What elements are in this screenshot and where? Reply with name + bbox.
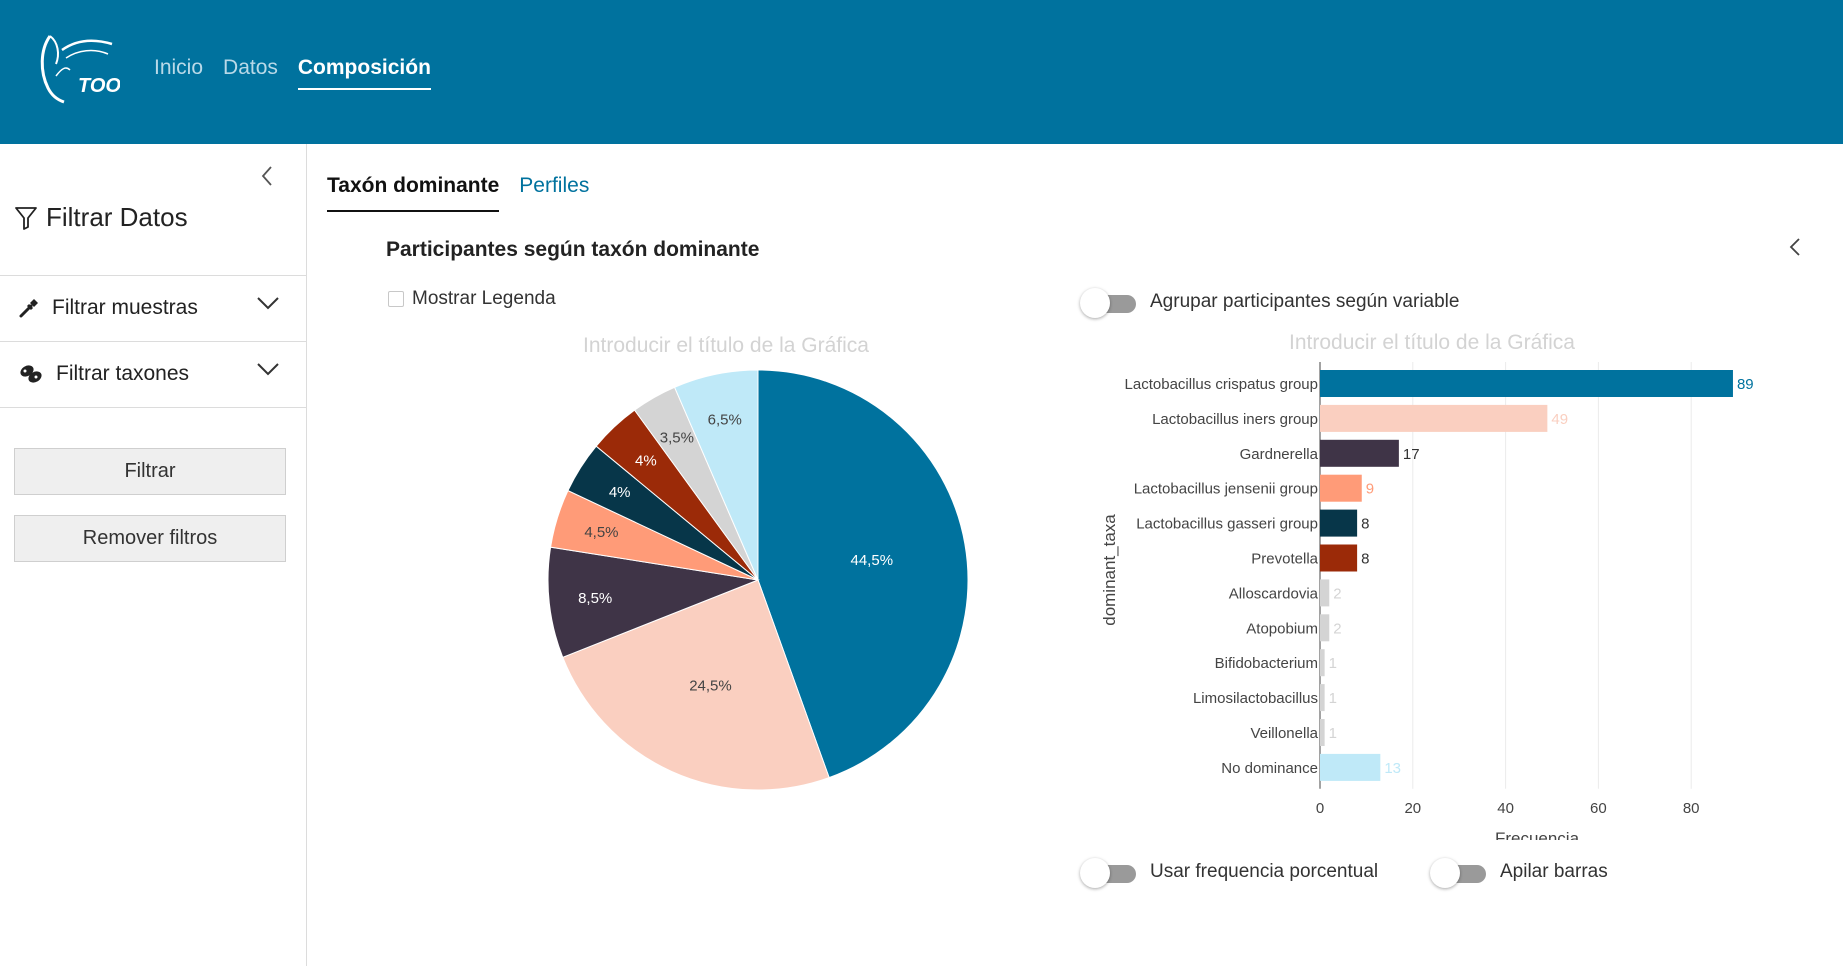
bar-value-label: 49 <box>1551 411 1568 428</box>
collapse-panel-chevron-left-icon[interactable] <box>1786 236 1804 258</box>
chevron-down-icon <box>257 363 279 376</box>
app-logo[interactable]: TOOL <box>36 32 120 106</box>
pie-slice-label: 8,5% <box>578 590 612 607</box>
bar-value-label: 2 <box>1333 620 1341 637</box>
accordion-label: Filtrar muestras <box>52 296 198 319</box>
bar[interactable] <box>1320 509 1358 537</box>
tab-taxon-dominante[interactable]: Taxón dominante <box>327 174 500 212</box>
bar[interactable] <box>1320 614 1330 642</box>
accordion-label: Filtrar taxones <box>56 362 190 385</box>
x-tick-label: 40 <box>1497 800 1514 817</box>
bar[interactable] <box>1320 684 1325 712</box>
pie-slice-label: 4% <box>635 453 657 470</box>
y-tick-label: Lactobacillus iners group <box>1152 411 1318 428</box>
stack-toggle-label: Apilar barras <box>1500 861 1608 882</box>
bar-value-label: 8 <box>1361 551 1369 568</box>
nav-datos[interactable]: Datos <box>223 56 278 90</box>
y-tick-label: Alloscardovia <box>1229 585 1319 602</box>
y-tick-label: Lactobacillus crispatus group <box>1125 376 1318 393</box>
y-tick-label: Lactobacillus gasseri group <box>1136 516 1318 533</box>
x-tick-label: 20 <box>1404 800 1421 817</box>
x-tick-label: 0 <box>1316 800 1324 817</box>
group-toggle-row: Agrupar participantes según variable <box>1080 288 1460 318</box>
show-legend-label: Mostrar Legenda <box>412 288 556 309</box>
bar-value-label: 17 <box>1403 446 1420 463</box>
y-axis-title: dominant_taxa <box>1100 514 1119 626</box>
bar[interactable] <box>1320 649 1325 677</box>
percent-frequency-toggle[interactable] <box>1080 858 1136 888</box>
filter-funnel-icon <box>15 206 37 230</box>
percent-toggle-label: Usar frequencia porcentual <box>1150 861 1379 882</box>
accordion-filtrar-muestras[interactable]: Filtrar muestras <box>0 276 306 340</box>
filter-sidebar: Filtrar Datos Filtrar muestras Filtrar t… <box>0 144 307 966</box>
remover-filtros-button[interactable]: Remover filtros <box>14 515 286 562</box>
svg-text:TOOL: TOOL <box>78 75 120 97</box>
group-toggle-label: Agrupar participantes según variable <box>1150 291 1460 312</box>
pie-chart-title: Introducir el título de la Gráfica <box>583 334 869 357</box>
y-tick-label: Prevotella <box>1251 551 1318 568</box>
y-tick-label: Lactobacillus jensenii group <box>1134 481 1318 498</box>
chevron-down-icon <box>257 297 279 310</box>
bacteria-icon <box>20 365 42 383</box>
pie-slice-label: 3,5% <box>660 430 694 447</box>
bar-value-label: 1 <box>1329 690 1337 707</box>
group-by-variable-toggle[interactable] <box>1080 288 1136 318</box>
pie-slice-label: 6,5% <box>708 412 742 429</box>
pie-slice-label: 44,5% <box>851 552 894 569</box>
top-navbar: TOOL Inicio Datos Composición <box>0 0 1843 144</box>
y-tick-label: Veillonella <box>1250 725 1318 742</box>
y-tick-label: Bifidobacterium <box>1215 655 1318 672</box>
y-tick-label: No dominance <box>1221 760 1318 777</box>
x-axis-title: Frecuencia <box>1495 829 1580 840</box>
bar[interactable] <box>1320 370 1733 397</box>
bar-value-label: 13 <box>1384 760 1401 777</box>
pie-chart: 44,5%24,5%8,5%4,5%4%4%3,5%6,5% <box>547 369 969 791</box>
pipette-icon <box>19 299 38 318</box>
bar-chart-title: Introducir el título de la Gráfica <box>1289 331 1575 354</box>
bar-value-label: 1 <box>1329 655 1337 672</box>
divider <box>0 407 306 408</box>
bar-value-label: 2 <box>1333 585 1341 602</box>
bar[interactable] <box>1320 544 1358 572</box>
filtrar-button[interactable]: Filtrar <box>14 448 286 495</box>
percent-toggle-row: Usar frequencia porcentual <box>1080 858 1379 888</box>
nav-composicion[interactable]: Composición <box>297 56 431 90</box>
y-tick-label: Limosilactobacillus <box>1193 690 1318 707</box>
bar[interactable] <box>1320 719 1325 746</box>
pie-slice-label: 4,5% <box>584 524 618 541</box>
bar[interactable] <box>1320 753 1381 781</box>
bar-value-label: 8 <box>1361 516 1369 533</box>
bar-value-label: 9 <box>1366 481 1374 498</box>
nav-inicio[interactable]: Inicio <box>154 56 203 90</box>
x-tick-label: 60 <box>1590 800 1607 817</box>
y-tick-label: Gardnerella <box>1240 446 1319 463</box>
show-legend-checkbox[interactable] <box>388 291 404 307</box>
section-title: Participantes según taxón dominante <box>386 238 760 261</box>
bar[interactable] <box>1320 474 1362 502</box>
collapse-sidebar-chevron-left-icon[interactable] <box>258 164 276 188</box>
bar[interactable] <box>1320 404 1548 432</box>
y-tick-label: Atopobium <box>1246 620 1318 637</box>
tab-perfiles[interactable]: Perfiles <box>519 174 589 212</box>
accordion-filtrar-taxones[interactable]: Filtrar taxones <box>0 342 306 406</box>
pie-slice-label: 24,5% <box>689 677 732 694</box>
bar-value-label: 89 <box>1737 376 1754 393</box>
show-legend-row: Mostrar Legenda <box>388 288 556 310</box>
bar-chart: 0 20 40 60 80Lactobacillus crispatus group 89… <box>1100 362 1754 840</box>
content-tabs: Taxón dominante Perfiles <box>327 174 589 212</box>
x-tick-label: 80 <box>1683 800 1700 817</box>
main-nav: Inicio Datos Composición <box>154 56 431 90</box>
stack-bars-toggle[interactable] <box>1430 858 1486 888</box>
sidebar-title-label: Filtrar Datos <box>46 202 188 232</box>
bar[interactable] <box>1320 579 1330 607</box>
pie-slice-label: 4% <box>609 484 631 501</box>
bar[interactable] <box>1320 439 1399 467</box>
bar-value-label: 1 <box>1329 725 1337 742</box>
sidebar-title: Filtrar Datos <box>14 202 188 233</box>
stack-toggle-row: Apilar barras <box>1430 858 1608 888</box>
